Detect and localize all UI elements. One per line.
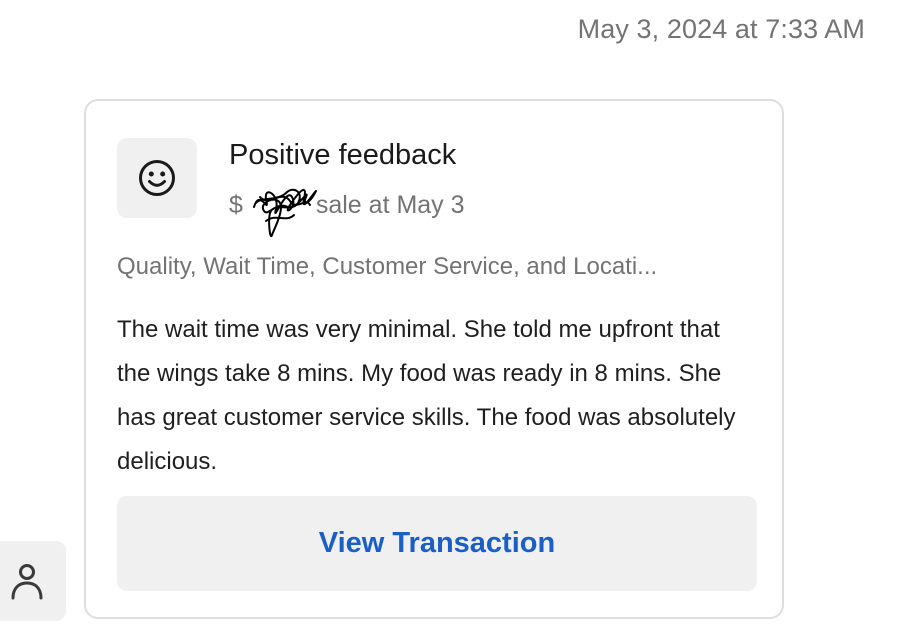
smiley-face-icon	[139, 160, 175, 196]
sale-date-text: sale at May 3	[308, 191, 465, 219]
person-icon	[11, 564, 43, 600]
redaction-scribble	[253, 188, 317, 238]
message-timestamp: May 3, 2024 at 7:33 AM	[577, 14, 865, 44]
feedback-title: Positive feedback	[229, 139, 457, 171]
feedback-card: Positive feedback $ sale at May 3 Qualit…	[84, 99, 784, 619]
feedback-categories: Quality, Wait Time, Customer Service, an…	[117, 253, 658, 280]
feedback-icon-box	[117, 138, 197, 218]
feedback-comment: The wait time was very minimal. She told…	[117, 316, 736, 475]
sale-amount-prefix: $	[229, 191, 243, 219]
profile-tab[interactable]	[0, 541, 66, 621]
view-transaction-button[interactable]: View Transaction	[117, 496, 757, 591]
